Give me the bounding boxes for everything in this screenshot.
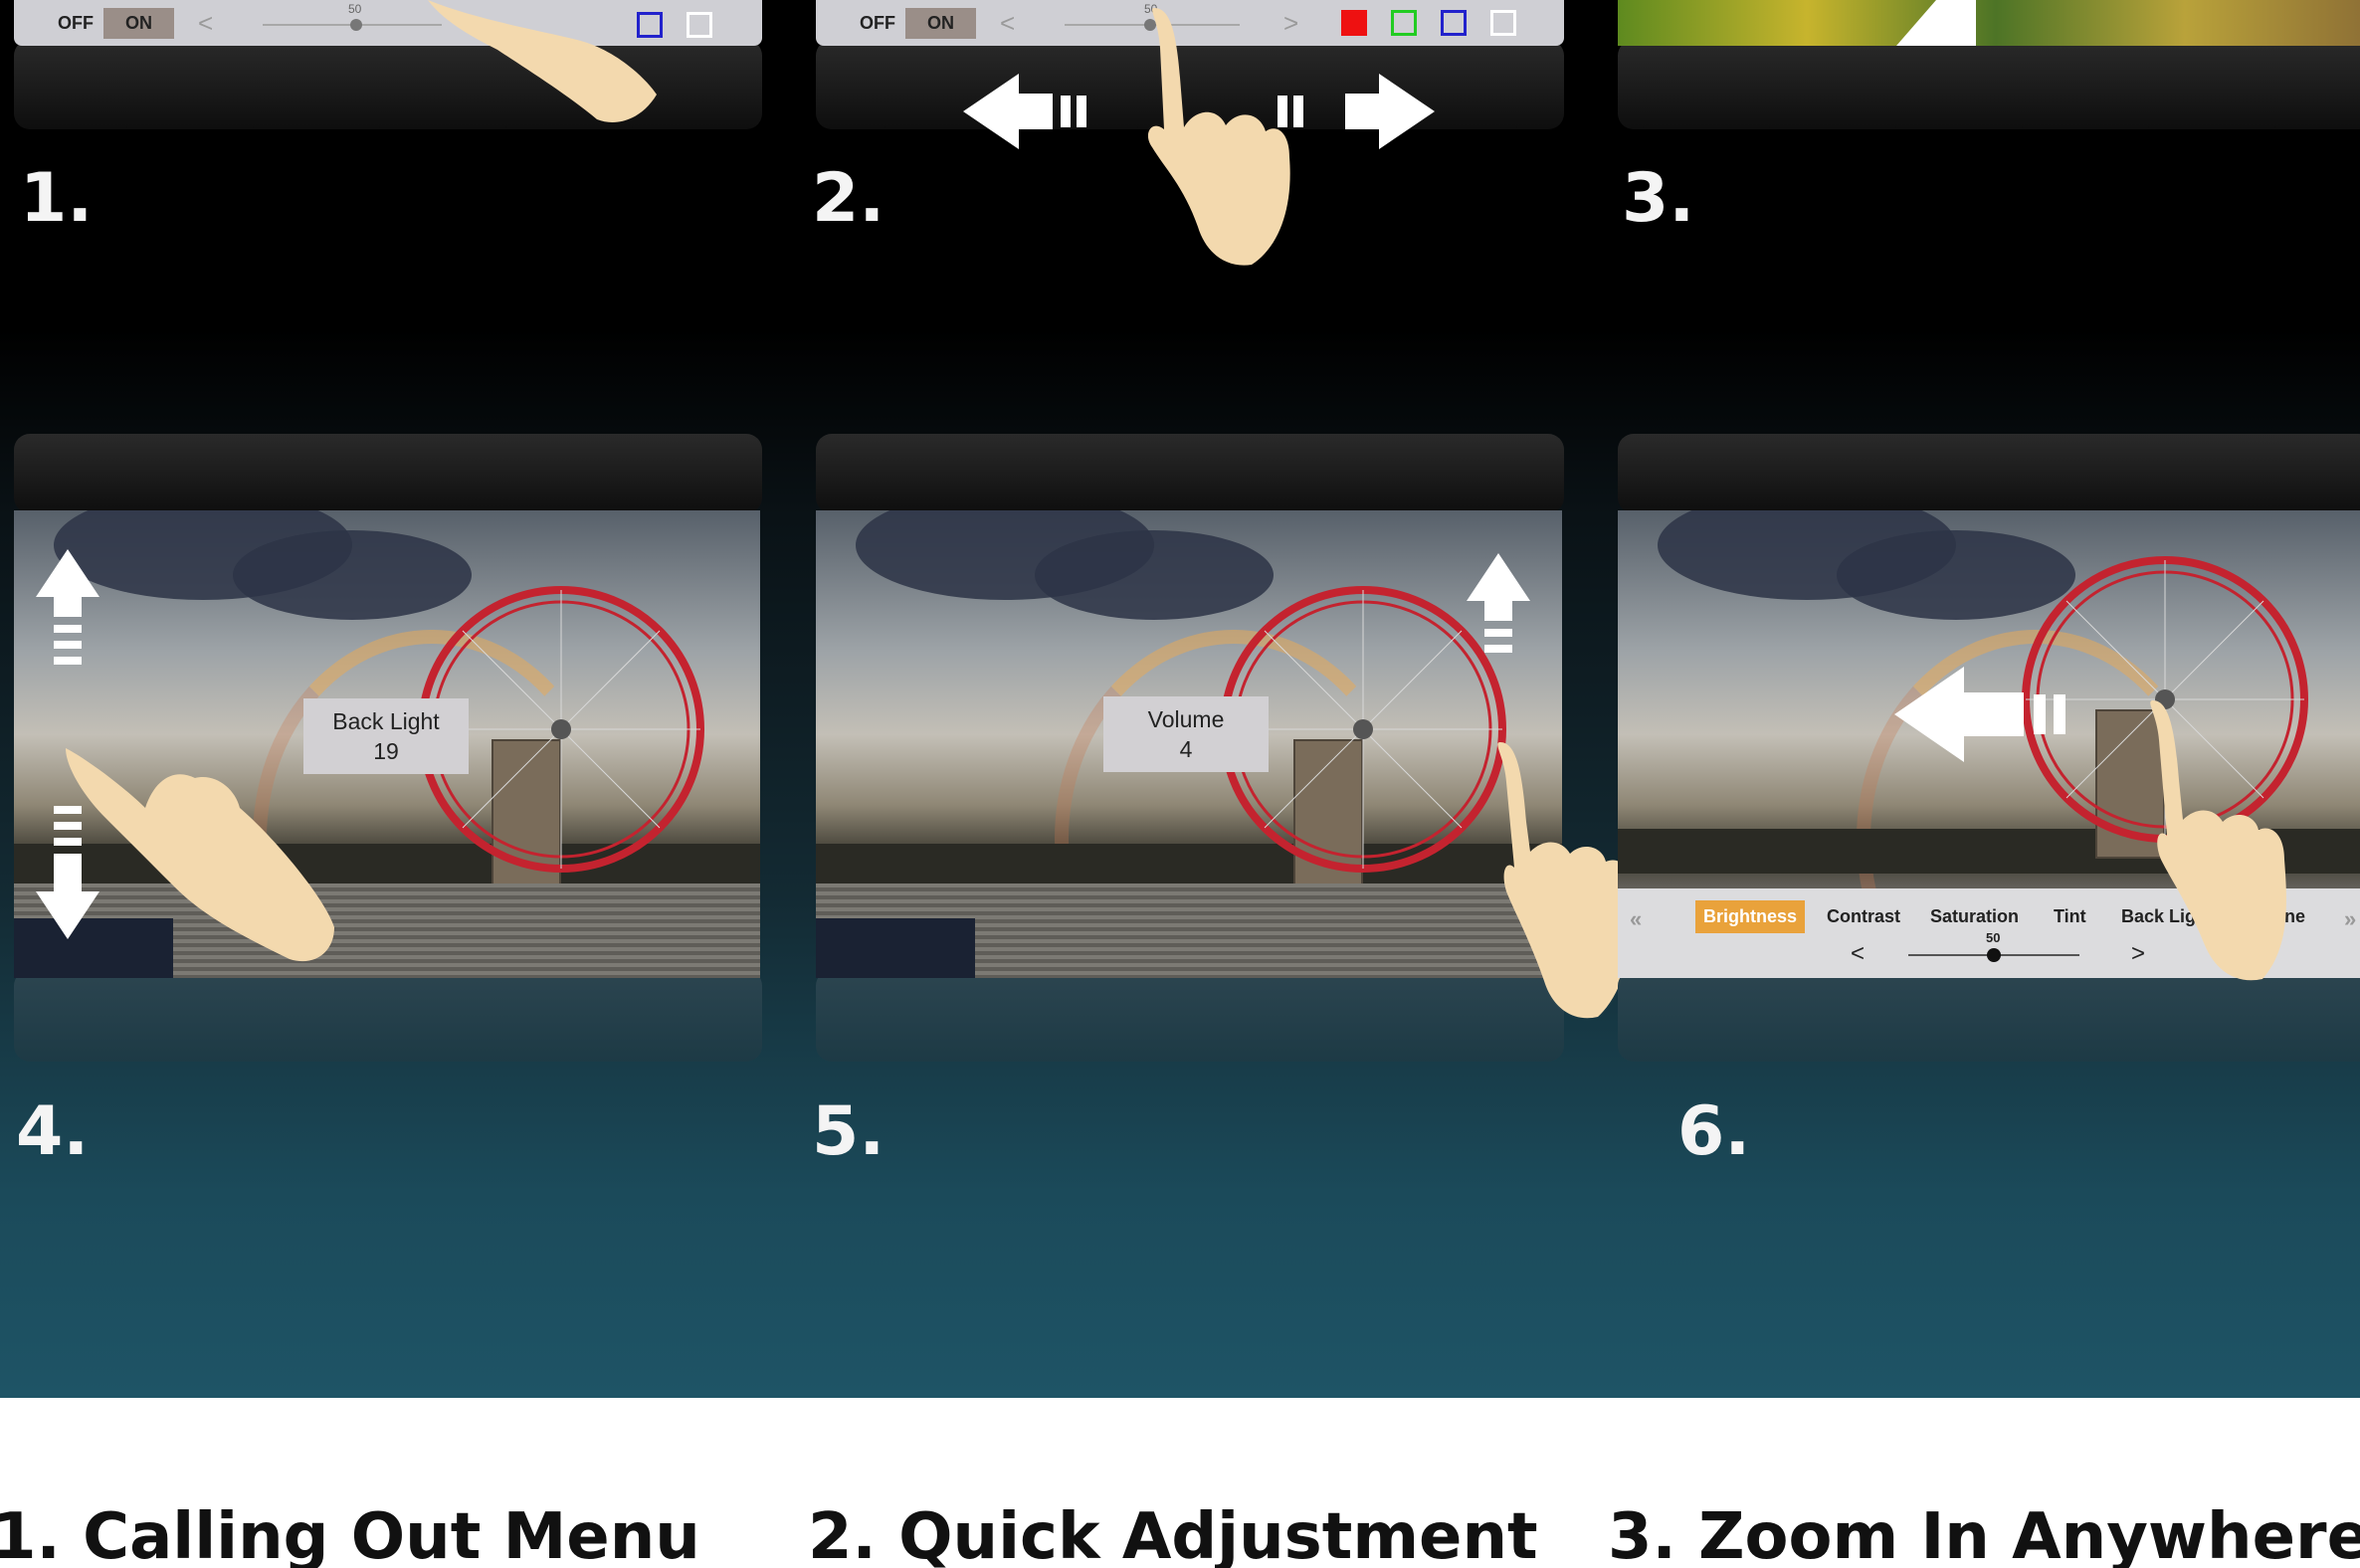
- arrow-left-icon: [1896, 0, 1976, 46]
- arrow-left-icon: [963, 74, 1086, 149]
- menu-item-brightness[interactable]: Brightness: [1695, 900, 1806, 933]
- menu-slider-thumb[interactable]: [1987, 948, 2001, 962]
- panel-4-shade-bottom: [14, 970, 762, 1062]
- hand-pointer-icon: [428, 0, 657, 122]
- caption-3: 3. Zoom In Anywhere: [1608, 1500, 2360, 1568]
- menu-item-tint[interactable]: Tint: [2046, 900, 2094, 933]
- on-toggle[interactable]: ON: [905, 7, 976, 39]
- step-number-4: 4.: [16, 1092, 90, 1171]
- panel-4-shade-top: [14, 434, 762, 513]
- step-number-6: 6.: [1677, 1092, 1751, 1171]
- off-toggle[interactable]: OFF: [14, 13, 103, 34]
- hand-pointer-icon: [2150, 700, 2286, 981]
- menu-prev-page[interactable]: «: [1622, 900, 1650, 938]
- menu-next-page[interactable]: »: [2336, 900, 2360, 938]
- tutorial-stage: OFF ON < 50 1. OFF ON < 50 > 2. 3. Back …: [0, 0, 2360, 1398]
- caption-2: 2. Quick Adjustment: [808, 1500, 1538, 1568]
- volume-popup: Volume 4: [1103, 696, 1269, 772]
- menu-prev-button[interactable]: <: [1851, 940, 1865, 968]
- volume-label: Volume: [1147, 706, 1225, 732]
- hand-pointer-icon: [1147, 8, 1290, 266]
- slider-thumb[interactable]: [350, 19, 362, 31]
- panel-5-shade-bottom: [816, 970, 1564, 1062]
- panel-3-photo: [1618, 0, 2360, 46]
- step-number-2: 2.: [812, 159, 885, 238]
- panel-5-shade-top: [816, 434, 1564, 513]
- backlight-label: Back Light: [332, 708, 440, 734]
- menu-item-saturation[interactable]: Saturation: [1922, 900, 2027, 933]
- caption-1: 1. Calling Out Menu: [0, 1500, 700, 1568]
- step-number-3: 3.: [1622, 159, 1695, 238]
- arrow-up-icon: [1467, 553, 1530, 653]
- swatch-blue[interactable]: [1441, 10, 1467, 36]
- step-number-1: 1.: [20, 159, 94, 238]
- swatch-white[interactable]: [1490, 10, 1516, 36]
- arrow-left-icon: [1894, 667, 2065, 762]
- panel-3-shade: [1618, 40, 2360, 129]
- panel-6-shade-bottom: [1618, 970, 2360, 1062]
- on-toggle[interactable]: ON: [103, 7, 174, 39]
- swatch-green[interactable]: [1391, 10, 1417, 36]
- volume-value: 4: [1179, 736, 1193, 762]
- slider-value: 50: [348, 2, 362, 16]
- arrow-up-icon: [36, 549, 99, 665]
- swatch-red[interactable]: [1341, 10, 1367, 36]
- menu-slider-value: 50: [1986, 930, 2001, 945]
- step-number-5: 5.: [812, 1092, 885, 1171]
- hand-pointer-icon: [66, 748, 334, 962]
- swatch-white[interactable]: [687, 12, 712, 38]
- arrow-right-icon: [1278, 74, 1435, 149]
- prev-button[interactable]: <: [198, 8, 213, 39]
- panel-6-shade-top: [1618, 434, 2360, 513]
- prev-button[interactable]: <: [1000, 8, 1015, 39]
- menu-item-contrast[interactable]: Contrast: [1819, 900, 1908, 933]
- off-toggle[interactable]: OFF: [816, 13, 905, 34]
